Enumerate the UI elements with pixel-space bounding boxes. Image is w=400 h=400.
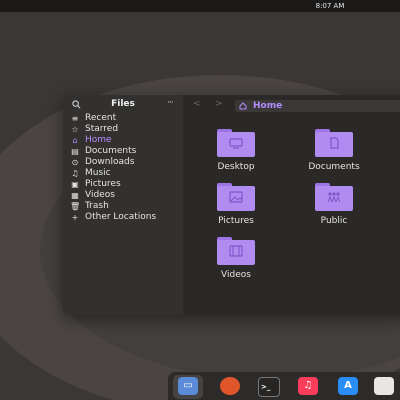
sidebar-item-home[interactable]: ⌂ Home [63, 135, 183, 146]
folder-icon [315, 183, 353, 211]
sidebar-item-pictures[interactable]: ▣ Pictures [63, 179, 183, 190]
recent-icon: ≡ [71, 114, 79, 123]
document-icon: ▤ [71, 147, 79, 156]
location-button[interactable]: Home [235, 100, 400, 112]
home-icon [239, 102, 247, 110]
sidebar-item-documents[interactable]: ▤ Documents [63, 146, 183, 157]
sidebar-header: Files ··· [63, 95, 183, 115]
sidebar-item-label: Pictures [85, 179, 121, 189]
picture-icon [229, 191, 243, 203]
folder-label: Pictures [218, 216, 254, 226]
folder-label: Public [320, 216, 348, 226]
desktop-icon [229, 138, 243, 149]
folder-videos[interactable]: Videos [205, 237, 267, 289]
sidebar-item-label: Videos [85, 190, 115, 200]
back-icon[interactable]: < [193, 99, 201, 109]
location-label: Home [253, 101, 283, 111]
dock-app-store-icon[interactable]: A [338, 377, 358, 395]
star-icon: ☆ [71, 125, 79, 134]
dock-terminal-icon[interactable]: >_ [258, 377, 280, 397]
sidebar-item-label: Music [85, 168, 111, 178]
folder-icon [217, 129, 255, 157]
folder-label: Documents [308, 162, 360, 172]
sidebar: Files ··· ≡ Recent ☆ Starred ⌂ Home ▤ Do… [63, 95, 183, 315]
folder-pictures[interactable]: Pictures [205, 183, 267, 235]
sidebar-item-other-locations[interactable]: + Other Locations [63, 212, 183, 223]
files-window: Files ··· ≡ Recent ☆ Starred ⌂ Home ▤ Do… [63, 95, 400, 315]
folder-label: Desktop [217, 162, 255, 172]
folder-desktop[interactable]: Desktop [205, 129, 267, 181]
app-title: Files [111, 99, 135, 109]
sidebar-item-label: Starred [85, 124, 119, 134]
dock-text-editor-icon[interactable] [374, 377, 394, 395]
sidebar-item-music[interactable]: ♫ Music [63, 168, 183, 179]
sidebar-item-label: Recent [85, 113, 117, 123]
document-icon [330, 137, 339, 149]
sidebar-item-label: Home [85, 135, 112, 145]
dock-firefox-icon[interactable] [220, 377, 240, 395]
clock[interactable]: 8:07 AM [310, 0, 350, 12]
content-area: < > Home Desktop Documents Pictures Publ… [183, 95, 400, 315]
people-icon [327, 192, 341, 203]
folder-public[interactable]: Public [303, 183, 365, 235]
top-bar: 8:07 AM [0, 0, 400, 12]
sidebar-item-downloads[interactable]: ⊙ Downloads [63, 157, 183, 168]
sidebar-item-label: Trash [85, 201, 109, 211]
dock: ▭ >_ ♫ A [168, 372, 400, 400]
sidebar-item-recent[interactable]: ≡ Recent [63, 113, 183, 124]
folder-icon [315, 129, 353, 157]
sidebar-item-label: Downloads [85, 157, 135, 167]
dock-files-icon[interactable]: ▭ [178, 377, 198, 395]
film-icon [229, 245, 243, 257]
sidebar-item-starred[interactable]: ☆ Starred [63, 124, 183, 135]
dock-music-icon[interactable]: ♫ [298, 377, 318, 395]
folder-documents[interactable]: Documents [303, 129, 365, 181]
menu-icon[interactable]: ··· [167, 98, 174, 108]
home-icon: ⌂ [72, 136, 78, 145]
folder-icon [217, 237, 255, 265]
forward-icon[interactable]: > [215, 99, 223, 109]
sidebar-item-trash[interactable]: 🗑 Trash [63, 201, 183, 212]
picture-icon: ▣ [71, 180, 79, 189]
download-icon: ⊙ [71, 158, 79, 167]
trash-icon: 🗑 [70, 202, 81, 211]
plus-icon: + [71, 213, 79, 222]
folder-label: Videos [221, 270, 251, 280]
music-icon: ♫ [71, 169, 79, 178]
sidebar-item-label: Documents [85, 146, 137, 156]
sidebar-item-videos[interactable]: ▦ Videos [63, 190, 183, 201]
video-icon: ▦ [71, 191, 79, 200]
sidebar-item-label: Other Locations [85, 212, 157, 222]
folder-icon [217, 183, 255, 211]
path-bar: < > Home [183, 95, 400, 115]
sidebar-list: ≡ Recent ☆ Starred ⌂ Home ▤ Documents ⊙ … [63, 113, 183, 223]
